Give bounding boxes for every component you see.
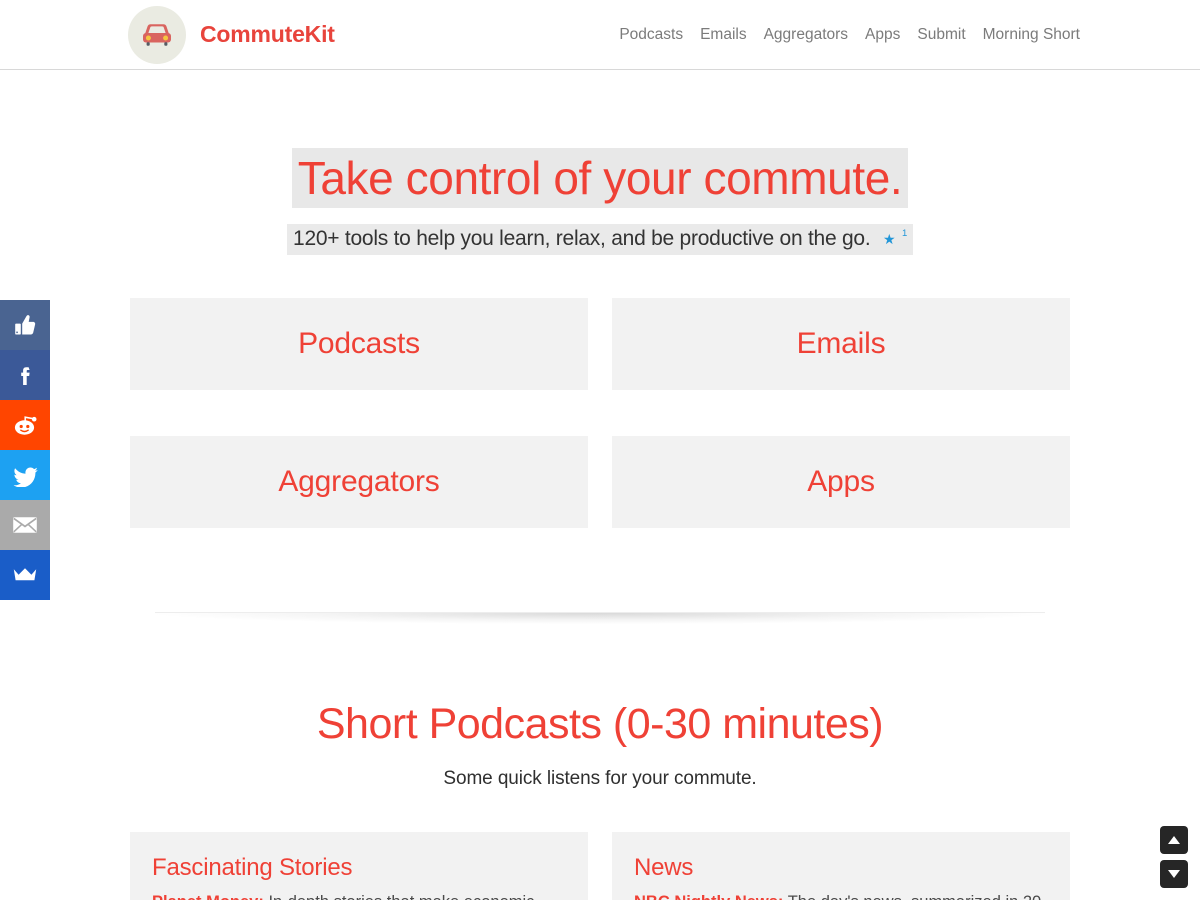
star-badge[interactable]: ★ 1 — [883, 226, 907, 250]
site-header: CommuteKit Podcasts Emails Aggregators A… — [0, 0, 1200, 70]
page-title: Take control of your commute. — [291, 148, 909, 209]
nav-item-apps[interactable]: Apps — [865, 26, 900, 44]
twitter-icon[interactable] — [0, 450, 50, 500]
category-card-label: Apps — [807, 465, 875, 499]
crown-icon[interactable] — [0, 550, 50, 600]
nav-item-podcasts[interactable]: Podcasts — [619, 26, 683, 44]
section-title: Short Podcasts (0-30 minutes) — [316, 700, 884, 749]
section-subtitle: Some quick listens for your commute. — [443, 767, 757, 789]
star-count: 1 — [901, 228, 907, 240]
thumbs-up-icon[interactable] — [0, 300, 50, 350]
hero-subtitle-block: 120+ tools to help you learn, relax, and… — [287, 224, 913, 256]
triangle-down-icon — [1168, 870, 1180, 878]
star-icon: ★ — [883, 231, 896, 248]
list-item: Planet Money: In-depth stories that make… — [152, 891, 566, 900]
hero-subtitle-wrap: 120+ tools to help you learn, relax, and… — [0, 224, 1200, 256]
nav-item-emails[interactable]: Emails — [700, 26, 747, 44]
podcast-entry-name[interactable]: NBC Nightly News: — [634, 893, 783, 900]
scroll-controls — [1160, 826, 1188, 888]
podcast-card[interactable]: News NBC Nightly News: The day's news, s… — [612, 831, 1070, 900]
category-grid: Podcasts Emails Aggregators Apps — [130, 298, 1070, 529]
hero-section: Take control of your commute. 120+ tools… — [0, 70, 1200, 256]
section-divider — [155, 612, 1045, 625]
nav-item-aggregators[interactable]: Aggregators — [764, 26, 848, 44]
nav-item-morning-short[interactable]: Morning Short — [983, 26, 1080, 44]
category-card-label: Emails — [796, 327, 886, 361]
podcast-card-grid: Fascinating Stories Planet Money: In-dep… — [130, 831, 1070, 900]
scroll-down-button[interactable] — [1160, 860, 1188, 888]
triangle-up-icon — [1168, 836, 1180, 844]
category-card-apps[interactable]: Apps — [612, 436, 1070, 529]
podcast-card-title: News — [634, 853, 694, 881]
facebook-icon[interactable] — [0, 350, 50, 400]
hero-subtitle-text: 120+ tools to help you learn, relax, and… — [293, 227, 871, 251]
scroll-up-button[interactable] — [1160, 826, 1188, 854]
reddit-icon[interactable] — [0, 400, 50, 450]
car-icon — [128, 5, 186, 64]
podcast-card[interactable]: Fascinating Stories Planet Money: In-dep… — [130, 831, 588, 900]
nav-item-submit[interactable]: Submit — [917, 26, 965, 44]
list-item: NBC Nightly News: The day's news, summar… — [634, 891, 1048, 900]
category-card-label: Podcasts — [298, 327, 420, 361]
category-card-label: Aggregators — [278, 465, 440, 499]
podcast-entry-name[interactable]: Planet Money: — [152, 893, 264, 900]
main-nav: Podcasts Emails Aggregators Apps Submit … — [619, 26, 1080, 44]
category-card-aggregators[interactable]: Aggregators — [130, 436, 588, 529]
brand-logo-link[interactable]: CommuteKit — [128, 5, 335, 64]
short-podcasts-section: Short Podcasts (0-30 minutes) Some quick… — [0, 624, 1200, 900]
category-card-podcasts[interactable]: Podcasts — [130, 298, 588, 391]
social-share-rail — [0, 300, 50, 600]
podcast-card-title: Fascinating Stories — [152, 853, 353, 881]
email-icon[interactable] — [0, 500, 50, 550]
category-card-emails[interactable]: Emails — [612, 298, 1070, 391]
brand-name: CommuteKit — [200, 21, 335, 47]
